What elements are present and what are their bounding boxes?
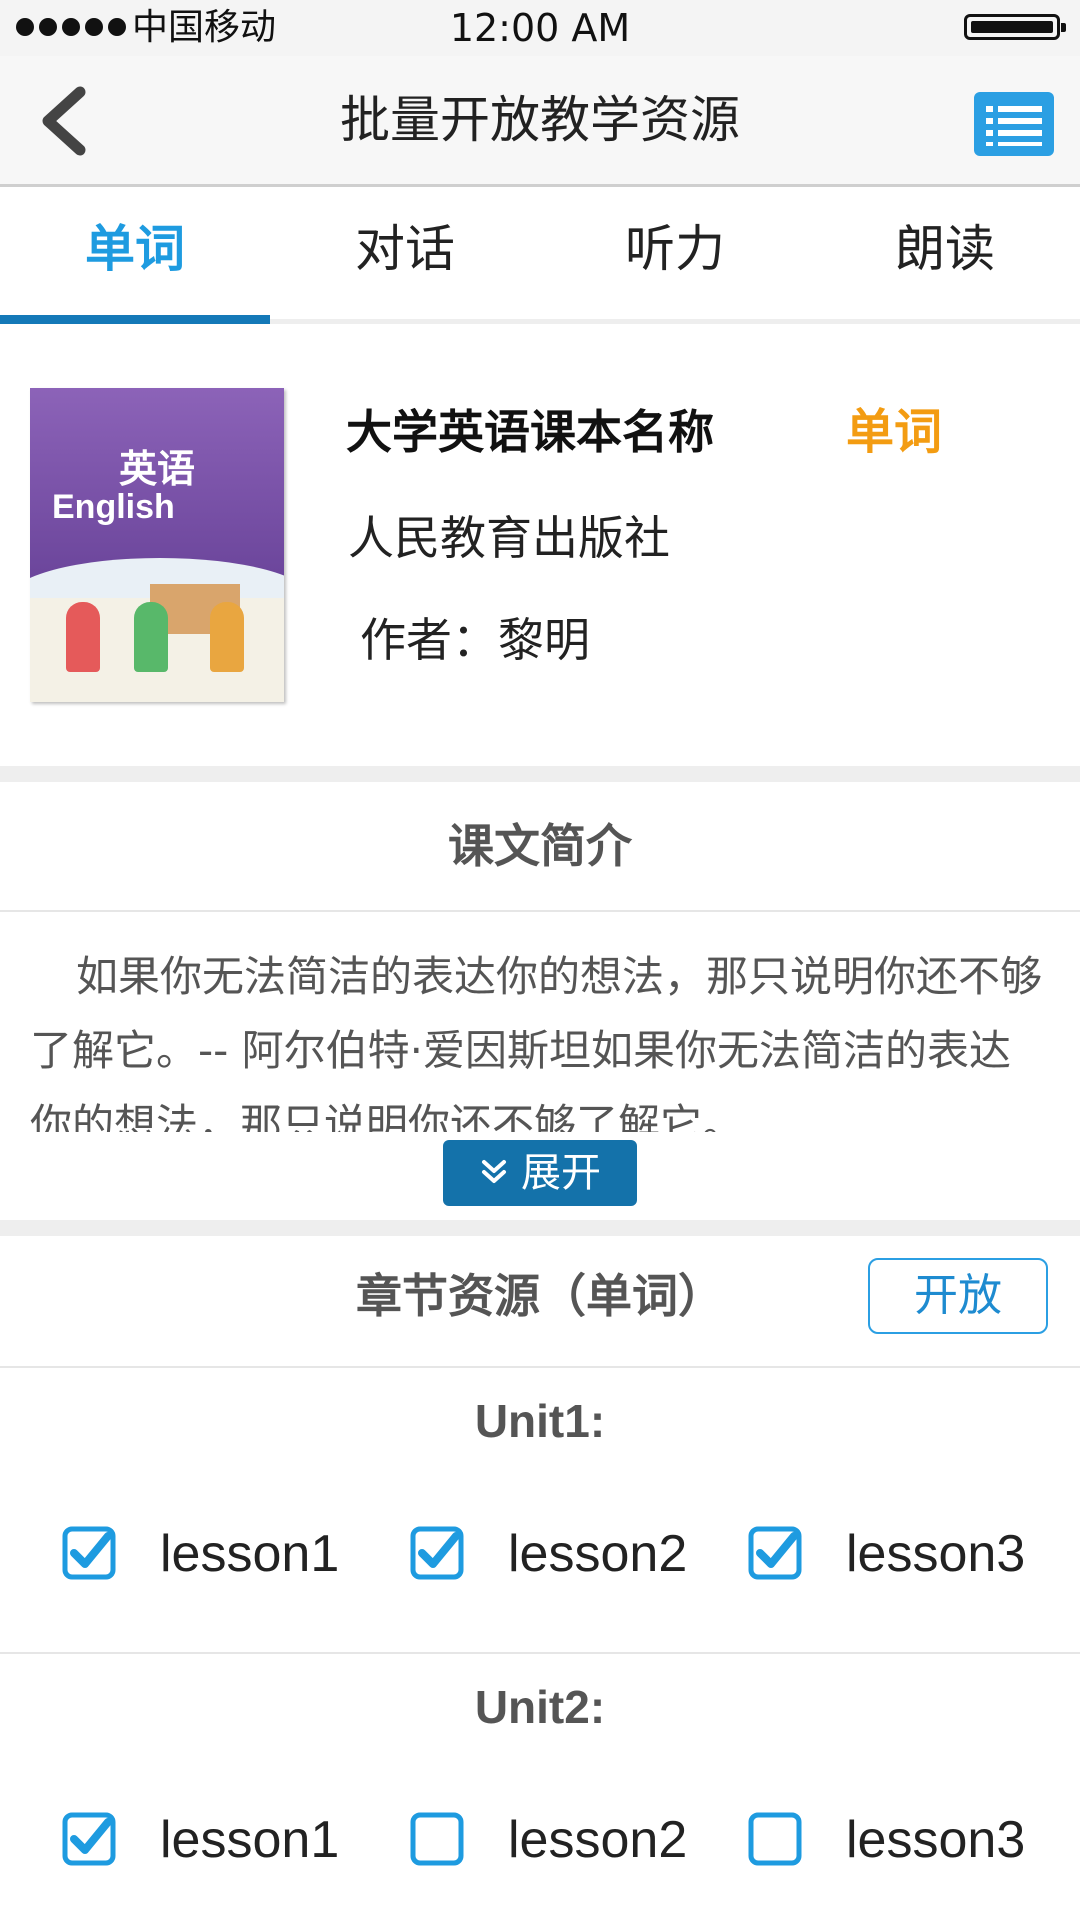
- navigation-bar: 批量开放教学资源: [0, 56, 1080, 187]
- page-title: 批量开放教学资源: [340, 91, 740, 149]
- section-divider: [0, 766, 1080, 782]
- book-title: 大学英语课本名称: [346, 405, 714, 459]
- summary-text: 如果你无法简洁的表达你的想法，那只说明你还不够了解它。-- 阿尔伯特·爱因斯坦如…: [30, 952, 1043, 1132]
- lesson-label: lesson1: [160, 1811, 340, 1869]
- book-publisher: 人民教育出版社: [348, 511, 670, 565]
- double-chevron-down-icon: [482, 1160, 506, 1183]
- chapter-resources-header: 章节资源（单词） 开放: [0, 1236, 1080, 1368]
- tab-reading-aloud[interactable]: 朗读: [810, 187, 1080, 319]
- lesson-label: lesson3: [846, 1811, 1026, 1869]
- lesson-label: lesson1: [160, 1525, 340, 1583]
- lesson-label: lesson2: [508, 1525, 688, 1583]
- tab-listening[interactable]: 听力: [540, 187, 810, 319]
- lesson-label: lesson2: [508, 1811, 688, 1869]
- tab-words[interactable]: 单词: [0, 187, 270, 324]
- tab-dialogue[interactable]: 对话: [270, 187, 540, 319]
- status-time: 12:00 AM: [449, 6, 631, 50]
- checkbox-unchecked-icon[interactable]: [410, 1812, 464, 1866]
- open-button[interactable]: 开放: [868, 1258, 1048, 1334]
- list-icon: [986, 106, 1042, 146]
- cover-title-zh: 英语: [118, 447, 195, 491]
- unit-label: Unit1:: [474, 1395, 606, 1447]
- resource-tabs: 单词 对话 听力 朗读: [0, 187, 1080, 324]
- lesson-label: lesson3: [846, 1525, 1026, 1583]
- unit-section: Unit1: lesson1 lesson2 lesson3: [0, 1368, 1080, 1654]
- checkbox-checked-icon[interactable]: [62, 1812, 116, 1866]
- book-author: 作者：黎明: [360, 613, 590, 667]
- book-cover-image: 英语 English: [30, 388, 284, 702]
- checkbox-unchecked-icon[interactable]: [748, 1812, 802, 1866]
- checkbox-checked-icon[interactable]: [410, 1526, 464, 1580]
- lesson-list: lesson1 lesson2 lesson3: [0, 1516, 1080, 1592]
- lesson-list: lesson1 lesson2 lesson3: [0, 1802, 1080, 1878]
- expand-label: 展开: [521, 1150, 601, 1196]
- summary-header: 课文简介: [0, 782, 1080, 912]
- battery-icon: [964, 14, 1066, 40]
- checkbox-checked-icon[interactable]: [62, 1526, 116, 1580]
- checkbox-checked-icon[interactable]: [748, 1526, 802, 1580]
- list-menu-button[interactable]: [974, 92, 1054, 156]
- book-info-card: 英语 English 大学英语课本名称 单词 人民教育出版社 作者：黎明: [0, 324, 1080, 766]
- summary-heading: 课文简介: [448, 819, 632, 873]
- unit-section: Unit2: lesson1 lesson2 lesson3: [0, 1654, 1080, 1920]
- cover-title-en: English: [52, 488, 175, 526]
- expand-button[interactable]: 展开: [443, 1140, 637, 1206]
- unit-label: Unit2:: [474, 1681, 606, 1733]
- section-divider: [0, 1220, 1080, 1236]
- resource-type-badge: 单词: [846, 404, 943, 460]
- status-bar: 中国移动 12:00 AM: [0, 0, 1080, 56]
